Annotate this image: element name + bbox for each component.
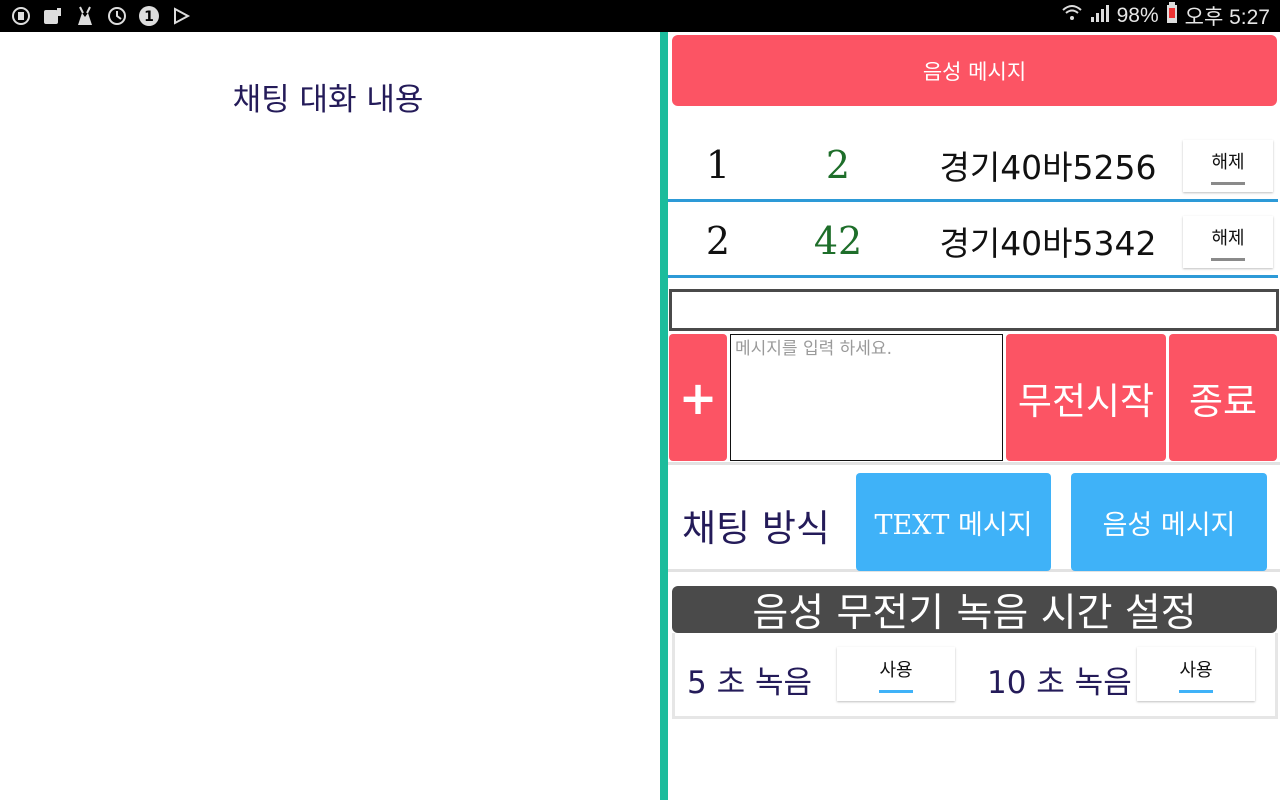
release-button[interactable]: 해제 <box>1183 216 1273 268</box>
sync-icon <box>106 5 128 27</box>
wifi-icon <box>1061 3 1083 29</box>
toggle-indicator <box>1179 689 1213 693</box>
radio-start-button[interactable]: 무전시작 <box>1006 334 1166 461</box>
pokemon-icon <box>74 5 96 27</box>
signal-icon <box>1089 3 1111 29</box>
control-pane: 음성 메시지 1 2 경기40바5256 해제 2 42 경기40바5342 해… <box>668 32 1280 800</box>
message-input-box[interactable] <box>730 334 1003 461</box>
bus-row-number: 2 <box>705 218 731 263</box>
status-right: 98% 오후 5:27 <box>1061 1 1270 31</box>
record-10s-use-label: 사용 <box>1179 659 1213 681</box>
add-button[interactable]: + <box>669 334 727 461</box>
battery-icon <box>1165 2 1179 30</box>
bus-row-plate: 경기40바5342 <box>939 223 1157 263</box>
message-input[interactable] <box>735 339 998 359</box>
bus-row-number: 1 <box>705 142 731 187</box>
pane-divider <box>660 32 668 800</box>
chat-mode-label: 채팅 방식 <box>682 507 830 550</box>
recording-options: 5 초 녹음 사용 10 초 녹음 사용 <box>672 633 1278 719</box>
bus-row-count: 42 <box>813 218 863 263</box>
bus-row-count: 2 <box>825 142 851 187</box>
release-button[interactable]: 해제 <box>1183 140 1273 192</box>
record-10s-label: 10 초 녹음 <box>987 665 1132 701</box>
badge-one-icon: 1 <box>138 5 160 27</box>
play-store-icon <box>170 5 192 27</box>
bus-row: 2 42 경기40바5342 해제 <box>668 206 1278 278</box>
notification-icon <box>42 5 64 27</box>
voice-message-button[interactable]: 음성 메시지 <box>1071 473 1267 571</box>
toggle-indicator <box>1211 257 1245 261</box>
release-button-label: 해제 <box>1211 151 1245 173</box>
toggle-indicator <box>879 689 913 693</box>
battery-percent: 98% <box>1116 4 1159 27</box>
svg-text:1: 1 <box>144 9 154 25</box>
chat-pane: 채팅 대화 내용 <box>0 32 660 800</box>
end-button[interactable]: 종료 <box>1169 334 1277 461</box>
release-button-label: 해제 <box>1211 227 1245 249</box>
record-5s-use-label: 사용 <box>879 659 913 681</box>
bus-row-plate: 경기40바5256 <box>939 147 1157 187</box>
toggle-indicator <box>1211 181 1245 185</box>
status-bar: 1 98% 오후 5:27 <box>0 0 1280 32</box>
voice-message-banner[interactable]: 음성 메시지 <box>672 35 1277 106</box>
recording-time-header: 음성 무전기 녹음 시간 설정 <box>672 586 1277 633</box>
text-message-button[interactable]: TEXT 메시지 <box>856 473 1051 571</box>
status-input-strip[interactable] <box>669 289 1279 331</box>
record-5s-label: 5 초 녹음 <box>687 665 812 701</box>
bus-row: 1 2 경기40바5256 해제 <box>668 130 1278 202</box>
status-left-icons: 1 <box>10 5 192 27</box>
app-icon <box>10 5 32 27</box>
record-5s-use-button[interactable]: 사용 <box>837 647 955 701</box>
chat-mode-row: 채팅 방식 TEXT 메시지 음성 메시지 <box>668 462 1280 572</box>
clock: 오후 5:27 <box>1184 6 1270 29</box>
record-10s-use-button[interactable]: 사용 <box>1137 647 1255 701</box>
chat-title: 채팅 대화 내용 <box>232 82 424 118</box>
